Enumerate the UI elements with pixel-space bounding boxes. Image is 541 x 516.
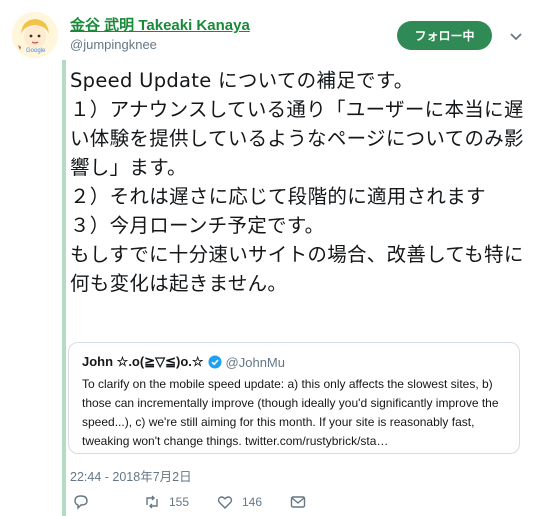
reply-button[interactable]	[72, 493, 98, 511]
retweet-button[interactable]: 155	[143, 493, 189, 511]
direct-message-button[interactable]	[289, 493, 315, 511]
heart-icon	[217, 496, 233, 509]
verified-badge-icon	[208, 355, 222, 369]
avatar-badge-text: Google	[26, 48, 46, 54]
quoted-tweet-text: To clarify on the mobile speed update: a…	[82, 377, 499, 448]
following-button[interactable]: フォロー中	[397, 21, 492, 50]
quoted-author-handle: @JohnMu	[225, 354, 285, 370]
quoted-tweet-header: John ☆.o(≧▽≦)o.☆ @JohnMu	[82, 354, 285, 370]
author-handle[interactable]: @jumpingknee	[70, 37, 157, 52]
reply-icon	[74, 495, 88, 510]
author-avatar[interactable]: Google	[12, 12, 58, 58]
more-options-chevron-down-icon[interactable]	[506, 26, 526, 46]
thread-accent-bar	[62, 60, 66, 516]
author-display-name[interactable]: 金谷 武明 Takeaki Kanaya	[70, 14, 250, 35]
tweet-timestamp[interactable]: 22:44 - 2018年7月2日	[70, 466, 192, 485]
envelope-icon	[290, 496, 306, 508]
quoted-author-name: John ☆.o(≧▽≦)o.☆	[82, 354, 204, 369]
retweet-count: 155	[169, 495, 190, 509]
quoted-tweet-card[interactable]: John ☆.o(≧▽≦)o.☆ @JohnMu To clarify on t…	[68, 342, 520, 454]
like-count: 146	[242, 495, 263, 509]
tweet-text: Speed Update についての補足です。 １）アナウンスしている通り「ユー…	[70, 69, 524, 295]
retweet-icon	[146, 495, 158, 509]
like-button[interactable]: 146	[216, 493, 262, 511]
